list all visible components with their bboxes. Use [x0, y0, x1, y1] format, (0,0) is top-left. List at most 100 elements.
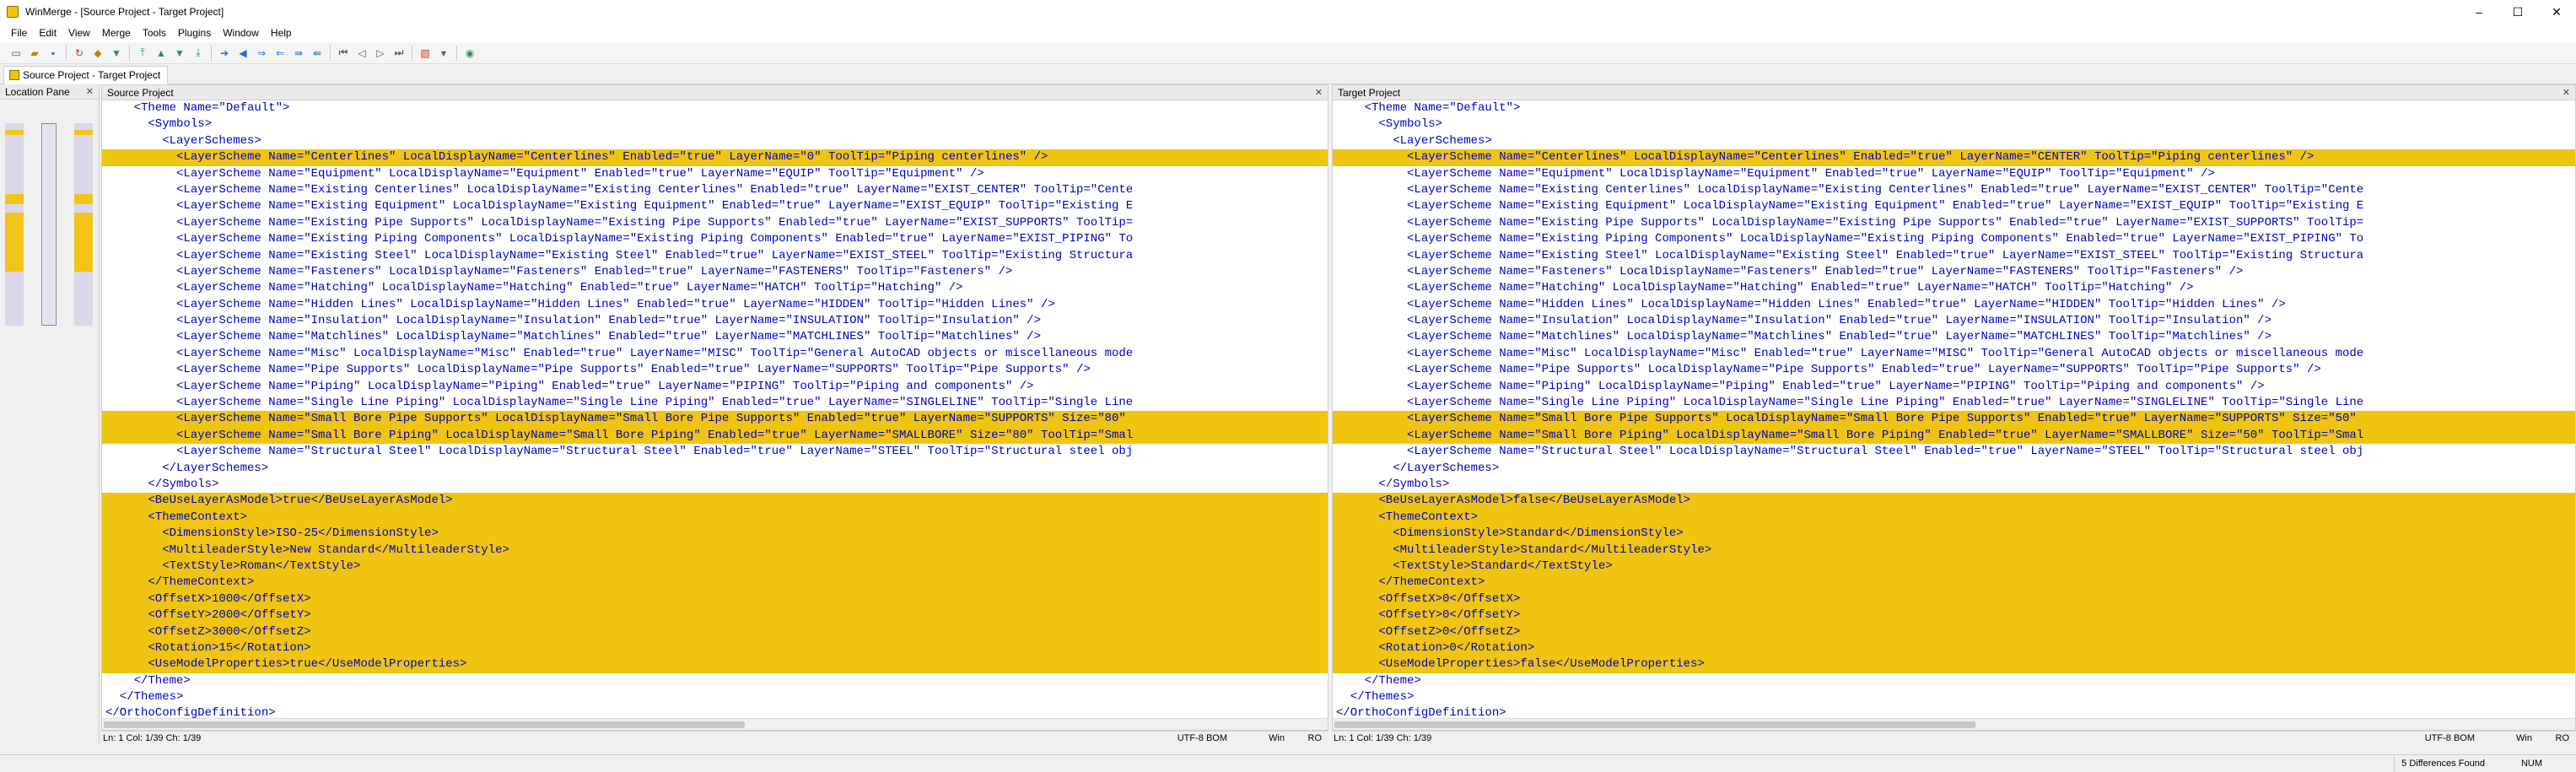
code-line[interactable]: <Theme Name="Default"> [1333, 100, 2575, 116]
copy-right-icon[interactable]: ➔ [217, 46, 232, 61]
copy-left-icon[interactable]: ◀ [235, 46, 251, 61]
location-viewport-indicator[interactable] [41, 123, 57, 326]
right-horizontal-scrollbar[interactable] [1333, 718, 2575, 730]
diff-line[interactable]: <DimensionStyle>ISO-25</DimensionStyle> [102, 526, 1328, 543]
diff-line[interactable]: <LayerScheme Name="Small Bore Piping" Lo… [102, 427, 1328, 445]
code-line[interactable]: <LayerScheme Name="Structural Steel" Loc… [102, 444, 1328, 460]
code-line[interactable]: <LayerScheme Name="Equipment" LocalDispl… [102, 166, 1328, 182]
next-diff-icon[interactable]: ▼ [172, 46, 187, 61]
next-file-icon[interactable]: ▷ [373, 46, 388, 61]
diff-line[interactable]: <BeUseLayerAsModel>false</BeUseLayerAsMo… [1333, 493, 2575, 510]
code-line[interactable]: <LayerScheme Name="Misc" LocalDisplayNam… [1333, 346, 2575, 362]
first-file-icon[interactable]: ⏮ [336, 46, 351, 61]
options-dropdown-icon[interactable]: ▾ [436, 46, 451, 61]
save-icon[interactable]: ▪ [46, 46, 61, 61]
filter-icon[interactable]: ▼ [109, 46, 124, 61]
tab-source-target[interactable]: Source Project - Target Project [3, 66, 169, 84]
code-line[interactable]: </Theme> [102, 673, 1328, 689]
right-pane-close-icon[interactable]: ✕ [2563, 85, 2570, 100]
refresh-icon[interactable]: ↻ [72, 46, 87, 61]
diff-line[interactable]: <LayerScheme Name="Small Bore Piping" Lo… [1333, 427, 2575, 445]
new-document-icon[interactable]: ▭ [8, 46, 24, 61]
code-line[interactable]: <Theme Name="Default"> [102, 100, 1328, 116]
code-line[interactable]: </Themes> [102, 689, 1328, 705]
right-readonly[interactable]: RO [2556, 732, 2570, 745]
code-line[interactable]: <Symbols> [102, 116, 1328, 132]
location-left-bar[interactable] [5, 123, 24, 326]
copy-left-advance-icon[interactable]: ⇐ [272, 46, 288, 61]
left-code-view[interactable]: <Theme Name="Default"> <Symbols> <LayerS… [102, 100, 1328, 718]
diff-line[interactable]: <DimensionStyle>Standard</DimensionStyle… [1333, 526, 2575, 543]
diff-line[interactable]: <OffsetY>0</OffsetY> [1333, 607, 2575, 624]
copy-all-right-icon[interactable]: ⇛ [291, 46, 306, 61]
code-line[interactable]: <LayerScheme Name="Insulation" LocalDisp… [102, 313, 1328, 329]
code-line[interactable]: <LayerScheme Name="Existing Centerlines"… [1333, 182, 2575, 198]
code-line[interactable]: <LayerScheme Name="Piping" LocalDisplayN… [1333, 379, 2575, 395]
code-line[interactable]: <LayerScheme Name="Pipe Supports" LocalD… [1333, 362, 2575, 378]
compare-icon[interactable]: ◆ [90, 46, 105, 61]
diff-line[interactable]: <TextStyle>Roman</TextStyle> [102, 558, 1328, 575]
diff-line[interactable]: <OffsetX>0</OffsetX> [1333, 591, 2575, 608]
code-line[interactable]: </OrthoConfigDefinition> [1333, 705, 2575, 718]
options-icon[interactable]: ▧ [418, 46, 433, 61]
menu-file[interactable]: File [5, 24, 33, 42]
diff-line[interactable]: <LayerScheme Name="Centerlines" LocalDis… [1333, 149, 2575, 166]
code-line[interactable]: <LayerScheme Name="Structural Steel" Loc… [1333, 444, 2575, 460]
close-button[interactable]: ✕ [2537, 0, 2576, 24]
right-eol[interactable]: Win [2516, 732, 2532, 745]
code-line[interactable]: </Symbols> [102, 477, 1328, 493]
diff-line[interactable]: <LayerScheme Name="Small Bore Pipe Suppo… [102, 411, 1328, 428]
prev-diff-icon[interactable]: ▲ [154, 46, 169, 61]
code-line[interactable]: <LayerScheme Name="Hatching" LocalDispla… [1333, 280, 2575, 296]
right-encoding[interactable]: UTF-8 BOM [2425, 732, 2475, 745]
menu-view[interactable]: View [62, 24, 96, 42]
code-line[interactable]: <LayerScheme Name="Existing Pipe Support… [102, 215, 1328, 231]
code-line[interactable]: <LayerScheme Name="Fasteners" LocalDispl… [1333, 264, 2575, 280]
menu-tools[interactable]: Tools [137, 24, 172, 42]
diff-line[interactable]: <ThemeContext> [102, 509, 1328, 526]
code-line[interactable]: <LayerScheme Name="Existing Equipment" L… [102, 198, 1328, 214]
diff-line[interactable]: <MultileaderStyle>New Standard</Multilea… [102, 542, 1328, 559]
left-eol[interactable]: Win [1269, 732, 1285, 745]
copy-right-advance-icon[interactable]: ⇒ [254, 46, 269, 61]
prev-file-icon[interactable]: ◁ [354, 46, 369, 61]
last-file-icon[interactable]: ⏭ [391, 46, 407, 61]
code-line[interactable]: </Symbols> [1333, 477, 2575, 493]
copy-all-left-icon[interactable]: ⇚ [310, 46, 325, 61]
location-right-bar[interactable] [74, 123, 93, 326]
menu-merge[interactable]: Merge [96, 24, 137, 42]
code-line[interactable]: <LayerSchemes> [1333, 133, 2575, 149]
code-line[interactable]: <LayerScheme Name="Existing Pipe Support… [1333, 215, 2575, 231]
code-line[interactable]: <LayerScheme Name="Fasteners" LocalDispl… [102, 264, 1328, 280]
diff-line[interactable]: <ThemeContext> [1333, 509, 2575, 526]
code-line[interactable]: <LayerScheme Name="Equipment" LocalDispl… [1333, 166, 2575, 182]
plugin-icon[interactable]: ◉ [462, 46, 477, 61]
diff-line[interactable]: <Rotation>15</Rotation> [102, 640, 1328, 657]
location-view-track[interactable] [41, 123, 57, 326]
code-line[interactable]: <LayerScheme Name="Hidden Lines" LocalDi… [1333, 297, 2575, 313]
code-line[interactable]: </LayerSchemes> [102, 461, 1328, 477]
menu-window[interactable]: Window [217, 24, 265, 42]
right-code-view[interactable]: <Theme Name="Default"> <Symbols> <LayerS… [1333, 100, 2575, 718]
diff-line[interactable]: <MultileaderStyle>Standard</MultileaderS… [1333, 542, 2575, 559]
diff-line[interactable]: <OffsetZ>0</OffsetZ> [1333, 624, 2575, 640]
scrollbar-thumb[interactable] [1334, 721, 1975, 728]
code-line[interactable]: <LayerScheme Name="Existing Centerlines"… [102, 182, 1328, 198]
diff-line[interactable]: <Rotation>0</Rotation> [1333, 640, 2575, 657]
code-line[interactable]: <LayerScheme Name="Existing Steel" Local… [102, 248, 1328, 264]
left-editor-pane[interactable]: Source Project ✕ <Theme Name="Default"> … [101, 84, 1328, 731]
diff-line[interactable]: <TextStyle>Standard</TextStyle> [1333, 558, 2575, 575]
code-line[interactable]: </LayerSchemes> [1333, 461, 2575, 477]
code-line[interactable]: </Themes> [1333, 689, 2575, 705]
code-line[interactable]: </Theme> [1333, 673, 2575, 689]
code-line[interactable]: <LayerScheme Name="Misc" LocalDisplayNam… [102, 346, 1328, 362]
menu-edit[interactable]: Edit [33, 24, 62, 42]
last-diff-icon[interactable]: ⤓ [191, 46, 206, 61]
location-bars[interactable] [5, 123, 93, 326]
right-editor-pane[interactable]: Target Project ✕ <Theme Name="Default"> … [1332, 84, 2576, 731]
menu-help[interactable]: Help [265, 24, 298, 42]
diff-line[interactable]: <OffsetX>1000</OffsetX> [102, 591, 1328, 608]
diff-line[interactable]: <OffsetY>2000</OffsetY> [102, 607, 1328, 624]
first-diff-icon[interactable]: ⤒ [135, 46, 150, 61]
left-pane-close-icon[interactable]: ✕ [1315, 85, 1323, 100]
